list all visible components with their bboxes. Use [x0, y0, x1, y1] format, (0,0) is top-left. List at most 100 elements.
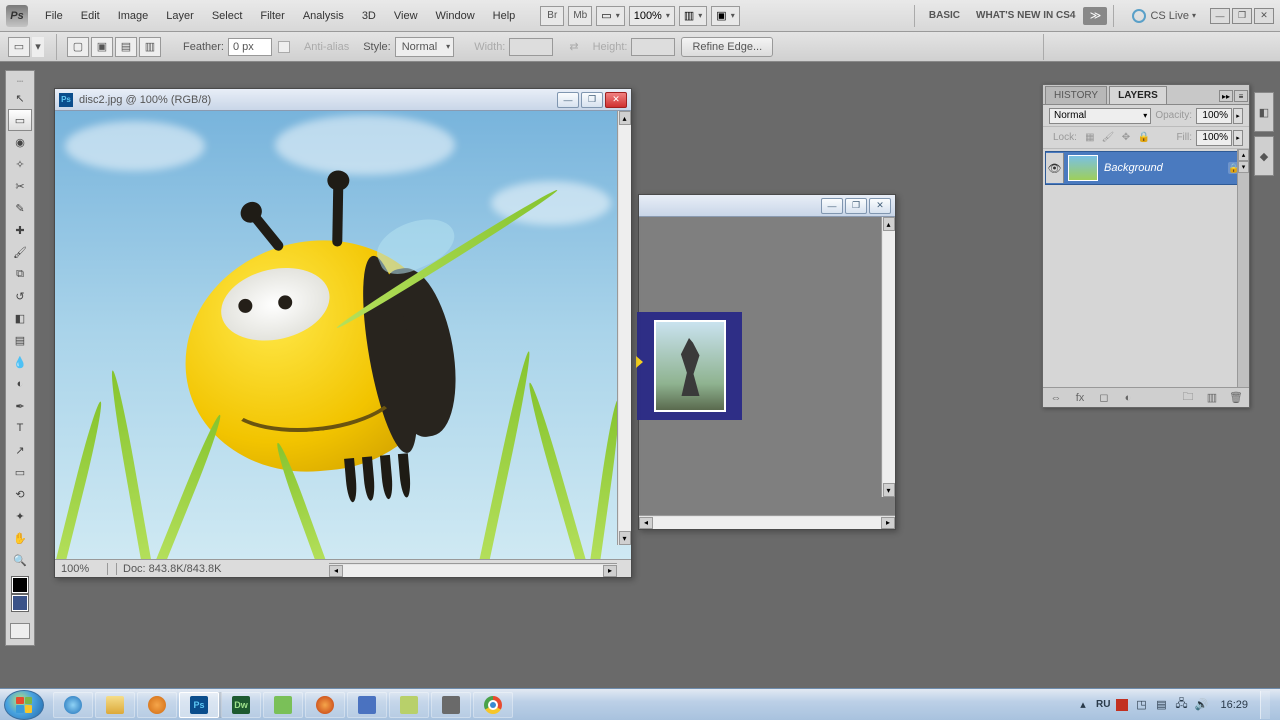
taskbar-firefox[interactable] — [305, 692, 345, 718]
lock-transparency-icon[interactable]: ▦ — [1083, 131, 1097, 145]
opacity-flyout-icon[interactable]: ▸ — [1233, 108, 1243, 124]
app-close-button[interactable]: ✕ — [1254, 8, 1274, 24]
collapsed-panel-1[interactable]: ◧ — [1254, 92, 1274, 132]
collapsed-panel-2[interactable]: ◆ — [1254, 136, 1274, 176]
zoom-dropdown[interactable]: 100%▾ — [629, 6, 675, 26]
taskbar-dreamweaver[interactable]: Dw — [221, 692, 261, 718]
tab-layers[interactable]: LAYERS — [1109, 86, 1167, 104]
menu-help[interactable]: Help — [484, 6, 525, 26]
taskbar-app-3[interactable] — [389, 692, 429, 718]
selection-new-icon[interactable]: ▢ — [67, 37, 89, 57]
menu-layer[interactable]: Layer — [157, 6, 203, 26]
lock-all-icon[interactable]: 🔒 — [1137, 131, 1151, 145]
taskbar-app-1[interactable] — [263, 692, 303, 718]
selection-add-icon[interactable]: ▣ — [91, 37, 113, 57]
tool-move[interactable]: ↖ — [8, 87, 32, 109]
tool-shape[interactable]: ▭ — [8, 461, 32, 483]
tray-icon-1[interactable] — [1116, 699, 1128, 711]
tool-gradient[interactable]: ▤ — [8, 329, 32, 351]
tool-path-select[interactable]: ↗ — [8, 439, 32, 461]
lock-pixels-icon[interactable]: 🖌 — [1101, 131, 1115, 145]
tray-show-hidden-icon[interactable]: ▴ — [1076, 698, 1090, 712]
tray-network-icon[interactable]: 🖧 — [1174, 698, 1188, 712]
minibridge-icon[interactable]: Mb — [568, 6, 592, 26]
workspace-basic[interactable]: BASIC — [929, 10, 960, 21]
panel-menu-icon[interactable]: ≡ — [1234, 90, 1248, 102]
blend-mode-select[interactable]: Normal — [1049, 108, 1151, 124]
show-desktop-button[interactable] — [1260, 691, 1270, 719]
feather-input[interactable]: 0 px — [228, 38, 272, 56]
layer-visibility-icon[interactable]: 👁 — [1046, 153, 1064, 183]
fill-input[interactable]: 100% — [1196, 130, 1232, 146]
tool-3d-rotate[interactable]: ⟲ — [8, 483, 32, 505]
app-minimize-button[interactable]: — — [1210, 8, 1230, 24]
extras-dropdown[interactable]: ▣▾ — [711, 6, 739, 26]
tray-volume-icon[interactable]: 🔊 — [1194, 698, 1208, 712]
workspace-more-icon[interactable]: ≫ — [1083, 7, 1107, 25]
fill-flyout-icon[interactable]: ▸ — [1233, 130, 1243, 146]
taskbar-app-4[interactable] — [431, 692, 471, 718]
bridge-icon[interactable]: Br — [540, 6, 564, 26]
tool-type[interactable]: T — [8, 417, 32, 439]
menu-file[interactable]: File — [36, 6, 72, 26]
tool-dodge[interactable]: ◐ — [8, 373, 32, 395]
selection-subtract-icon[interactable]: ▤ — [115, 37, 137, 57]
tool-crop[interactable]: ✂ — [8, 175, 32, 197]
menu-image[interactable]: Image — [109, 6, 158, 26]
arrange-docs-dropdown[interactable]: ▥▾ — [679, 6, 707, 26]
taskbar-wmp[interactable] — [137, 692, 177, 718]
tool-heal[interactable]: ✚ — [8, 219, 32, 241]
menu-3d[interactable]: 3D — [353, 6, 385, 26]
doc2-scrollbar-h[interactable]: ◂▸ — [639, 515, 895, 529]
tab-history[interactable]: HISTORY — [1045, 86, 1107, 104]
quickmask-icon[interactable] — [10, 623, 30, 639]
layer-name[interactable]: Background — [1104, 162, 1163, 174]
lock-position-icon[interactable]: ✥ — [1119, 131, 1133, 145]
doc1-canvas[interactable] — [55, 111, 631, 559]
doc2-scrollbar-v[interactable]: ▴▾ — [881, 217, 895, 497]
doc1-minimize-button[interactable]: — — [557, 92, 579, 108]
tool-stamp[interactable]: ⧉ — [8, 263, 32, 285]
tool-pen[interactable]: ✒ — [8, 395, 32, 417]
doc1-restore-button[interactable]: ❐ — [581, 92, 603, 108]
layer-fx-icon[interactable]: fx — [1071, 391, 1089, 405]
taskbar-app-2[interactable] — [347, 692, 387, 718]
cslive-menu[interactable]: CS Live▾ — [1132, 9, 1196, 23]
menu-window[interactable]: Window — [427, 6, 484, 26]
background-color-swatch[interactable] — [12, 595, 28, 611]
tray-icon-3[interactable]: ▤ — [1154, 698, 1168, 712]
doc2-close-button[interactable]: ✕ — [869, 198, 891, 214]
tool-hand[interactable]: ✋ — [8, 527, 32, 549]
opacity-input[interactable]: 100% — [1196, 108, 1232, 124]
menu-edit[interactable]: Edit — [72, 6, 109, 26]
menu-filter[interactable]: Filter — [251, 6, 293, 26]
taskbar-explorer[interactable] — [95, 692, 135, 718]
doc2-restore-button[interactable]: ❐ — [845, 198, 867, 214]
workspace-whatsnew[interactable]: WHAT'S NEW IN CS4 — [976, 10, 1075, 21]
menu-select[interactable]: Select — [203, 6, 252, 26]
doc1-close-button[interactable]: ✕ — [605, 92, 627, 108]
link-layers-icon[interactable]: ⇔ — [1047, 391, 1065, 405]
tool-eyedropper[interactable]: ✎ — [8, 197, 32, 219]
delete-layer-icon[interactable]: 🗑 — [1227, 391, 1245, 405]
layer-thumbnail[interactable] — [1068, 155, 1098, 181]
tray-icon-2[interactable]: ◳ — [1134, 698, 1148, 712]
tool-3d-orbit[interactable]: ✦ — [8, 505, 32, 527]
layer-group-icon[interactable]: 🗀 — [1179, 391, 1197, 405]
tray-language[interactable]: RU — [1096, 699, 1110, 710]
doc1-zoom[interactable]: 100% — [61, 563, 101, 575]
tool-lasso[interactable]: ◉ — [8, 131, 32, 153]
taskbar-photoshop[interactable]: Ps — [179, 692, 219, 718]
screen-mode-dropdown[interactable]: ▭▾ — [596, 6, 624, 26]
start-button[interactable] — [4, 690, 44, 720]
tool-marquee[interactable]: ▭ — [8, 109, 32, 131]
taskbar-chrome[interactable] — [473, 692, 513, 718]
doc2-canvas[interactable] — [639, 217, 895, 515]
doc1-scrollbar-h[interactable]: ◂▸ — [329, 563, 617, 577]
tool-history-brush[interactable]: ↺ — [8, 285, 32, 307]
taskbar-ie[interactable] — [53, 692, 93, 718]
foreground-color-swatch[interactable] — [12, 577, 28, 593]
tool-brush[interactable]: 🖌 — [8, 241, 32, 263]
refine-edge-button[interactable]: Refine Edge... — [681, 37, 773, 57]
tool-wand[interactable]: ✧ — [8, 153, 32, 175]
